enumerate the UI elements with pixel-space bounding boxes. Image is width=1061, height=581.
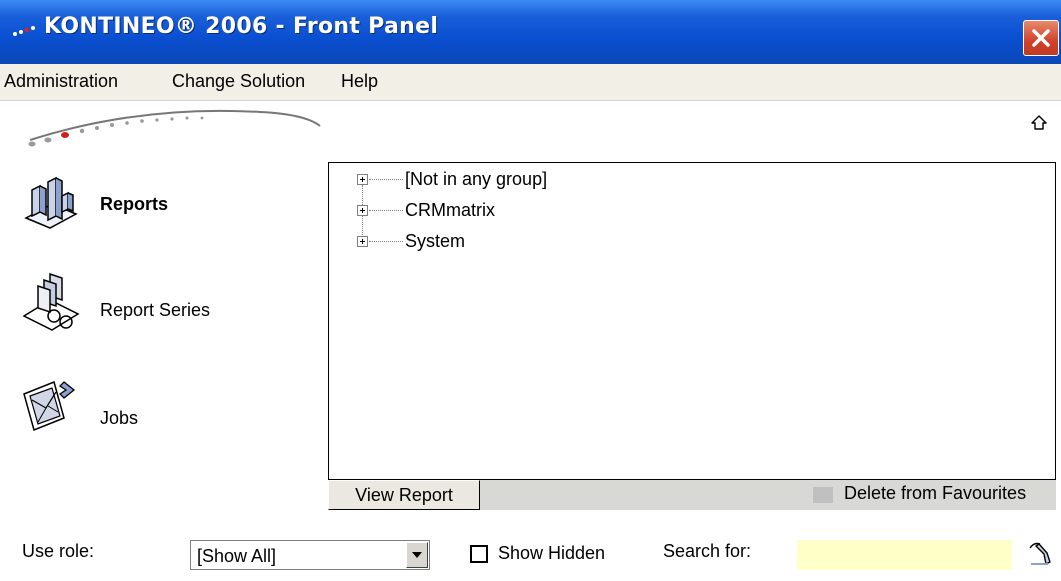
search-label: Search for: — [663, 541, 752, 561]
reports-icon — [24, 176, 78, 229]
role-select-value: [Show All] — [197, 546, 277, 566]
close-button[interactable] — [1023, 20, 1059, 56]
window-title: KONTINEO® 2006 - Front Panel — [44, 14, 439, 39]
show-hidden-label[interactable]: Show Hidden — [498, 543, 605, 564]
dropdown-button[interactable] — [406, 542, 428, 568]
kontineo-banner-logo — [28, 109, 321, 147]
view-report-button[interactable]: View Report — [328, 480, 480, 510]
menu-administration[interactable]: Administration — [4, 71, 118, 92]
title-bar[interactable]: KONTINEO® 2006 - Front Panel — [0, 0, 1061, 64]
menu-bar: Administration Change Solution Help — [0, 64, 1061, 101]
menu-change-solution[interactable]: Change Solution — [172, 71, 305, 92]
home-icon[interactable] — [1030, 114, 1048, 132]
tree-expand-icon[interactable] — [357, 205, 368, 216]
close-icon — [1032, 29, 1050, 47]
show-hidden-checkbox[interactable] — [470, 545, 488, 563]
tree-expand-icon[interactable] — [357, 236, 368, 247]
delete-from-favourites-label[interactable]: Delete from Favourites — [844, 483, 1026, 504]
menu-help[interactable]: Help — [341, 71, 378, 92]
tree-expand-icon[interactable] — [357, 174, 368, 185]
chevron-down-icon — [412, 552, 422, 558]
report-series-icon — [22, 272, 80, 331]
tree-node-label[interactable]: [Not in any group] — [405, 169, 547, 190]
nav-label-reports: Reports — [100, 194, 169, 214]
tree-dotted-connector — [369, 210, 403, 211]
action-bar: View Report Delete from Favourites — [328, 480, 1056, 510]
app-logo-icon — [13, 26, 35, 36]
search-input[interactable] — [797, 540, 1012, 570]
role-select[interactable]: [Show All] — [190, 540, 430, 570]
nav-label-jobs: Jobs — [100, 408, 139, 428]
tree-node-label[interactable]: CRMmatrix — [405, 200, 495, 221]
application-window: KONTINEO® 2006 - Front Panel Administrat… — [0, 0, 1061, 581]
jobs-icon — [23, 380, 76, 432]
tree-dotted-connector — [369, 241, 403, 242]
search-tool-icon[interactable] — [1026, 538, 1056, 568]
nav-label-report-series: Report Series — [100, 300, 211, 320]
use-role-label: Use role: — [22, 541, 95, 561]
delete-favourites-icon[interactable] — [813, 487, 833, 503]
tree-dotted-connector — [369, 179, 403, 180]
report-tree[interactable]: [Not in any group] CRMmatrix System — [328, 162, 1056, 480]
tree-node-label[interactable]: System — [405, 231, 465, 252]
